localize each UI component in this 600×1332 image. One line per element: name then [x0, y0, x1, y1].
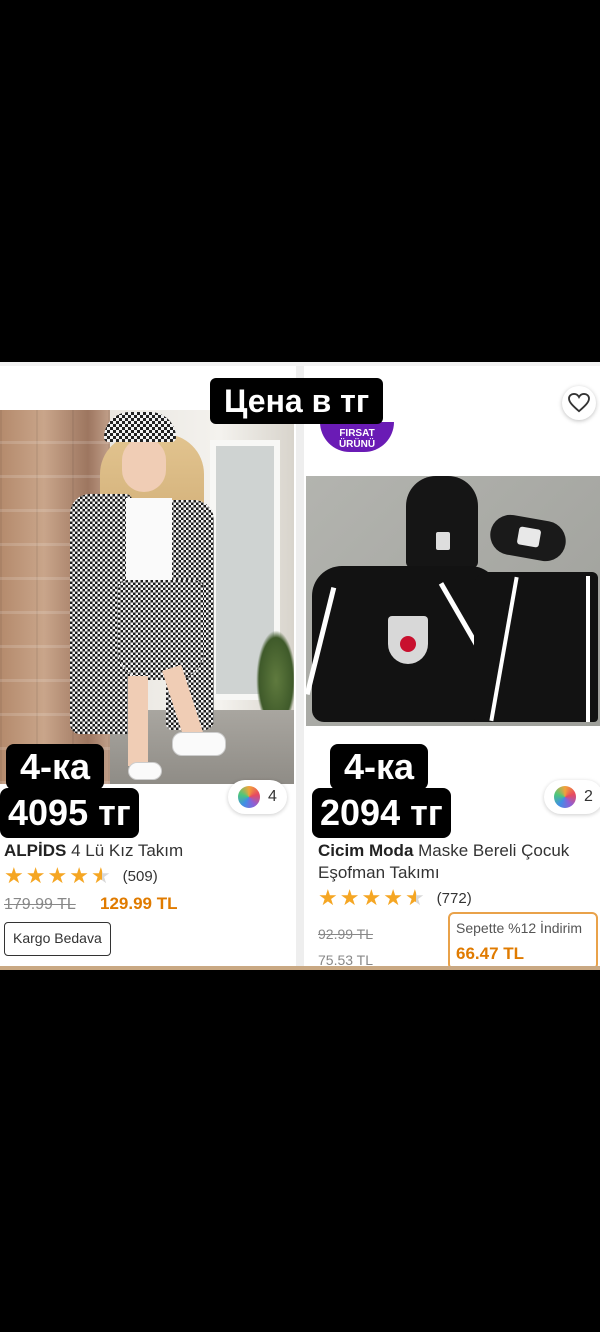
overlay-title: Цена в тг [210, 378, 384, 424]
overlay-price-right: 2094 тг [312, 788, 451, 838]
rating-left: ★ ★ ★ ★ ★ (509) [4, 864, 158, 888]
product-title-right[interactable]: Cicim Moda Maske Bereli Çocuk Eşofman Ta… [318, 840, 598, 884]
overlay-quantity-right: 4-ка [330, 744, 429, 790]
price-current: 75.53 TL [318, 952, 374, 966]
bottom-black-area [0, 970, 600, 1332]
model-hat [104, 412, 176, 442]
star-icon: ★ [69, 863, 89, 888]
star-icon: ★ [318, 885, 338, 910]
color-options-right[interactable]: 2 [544, 780, 600, 814]
color-count: 4 [268, 788, 277, 805]
stripe [586, 576, 590, 722]
heart-icon [568, 393, 590, 413]
color-options-left[interactable]: 4 [228, 780, 287, 814]
model-shoe [128, 762, 162, 780]
star-icon: ★ [361, 885, 382, 910]
model-shoe [172, 732, 226, 756]
product-brand: Cicim Moda [318, 841, 414, 860]
star-icon: ★ [339, 885, 360, 910]
logo-patch [516, 526, 542, 548]
basket-discount-box: Sepette %12 İndirim 66.47 TL [448, 912, 598, 966]
beanie [406, 476, 478, 568]
star-half-icon: ★ [404, 885, 425, 910]
product-grid: ALPİDS 4 Lü Kız Takım ★ ★ ★ ★ ★ (509) 17… [0, 366, 600, 966]
price-new: 129.99 TL [100, 894, 178, 913]
star-icon: ★ [4, 863, 24, 888]
model-leg [128, 676, 148, 766]
top-black-area [0, 0, 600, 362]
star-half-icon: ★ [90, 863, 111, 888]
product-image-left[interactable] [0, 410, 294, 784]
color-count: 2 [584, 788, 593, 805]
basket-discount-label: Sepette %12 İndirim [456, 920, 583, 936]
product-image-right[interactable] [306, 476, 600, 726]
product-card-left[interactable]: ALPİDS 4 Lü Kız Takım ★ ★ ★ ★ ★ (509) 17… [0, 366, 296, 966]
model-skirt [118, 580, 204, 680]
card-divider [296, 366, 304, 966]
product-name: 4 Lü Kız Takım [66, 841, 184, 860]
product-card-right[interactable]: FIRSAT ÜRÜNÜ Cicim Moda Maske Bereli Çoc… [304, 366, 600, 966]
logo-patch [436, 532, 450, 550]
color-palette-icon [238, 786, 260, 808]
rating-right: ★ ★ ★ ★ ★ (772) [318, 886, 472, 910]
overlay-quantity-left: 4-ка [6, 744, 105, 790]
product-title-left[interactable]: ALPİDS 4 Lü Kız Takım [4, 840, 294, 862]
crest-emblem [400, 636, 416, 652]
price-old: 179.99 TL [4, 896, 76, 913]
color-palette-icon [554, 786, 576, 808]
price-old: 92.99 TL [318, 926, 374, 942]
rating-count: (509) [122, 867, 158, 885]
favorite-button[interactable] [562, 386, 596, 420]
free-shipping-badge: Kargo Bedava [4, 922, 111, 956]
deal-badge: FIRSAT ÜRÜNÜ [320, 422, 394, 452]
product-panel: ALPİDS 4 Lü Kız Takım ★ ★ ★ ★ ★ (509) 17… [0, 362, 600, 970]
star-icon: ★ [383, 885, 403, 910]
basket-price: 66.47 TL [456, 944, 525, 963]
model-shirt [126, 498, 172, 588]
overlay-price-left: 4095 тг [0, 788, 139, 838]
model-face [122, 438, 166, 492]
star-icon: ★ [47, 863, 68, 888]
rating-count: (772) [436, 889, 472, 907]
star-icon: ★ [25, 863, 46, 888]
deal-badge-text: FIRSAT ÜRÜNÜ [338, 428, 376, 450]
product-brand: ALPİDS [4, 841, 67, 860]
